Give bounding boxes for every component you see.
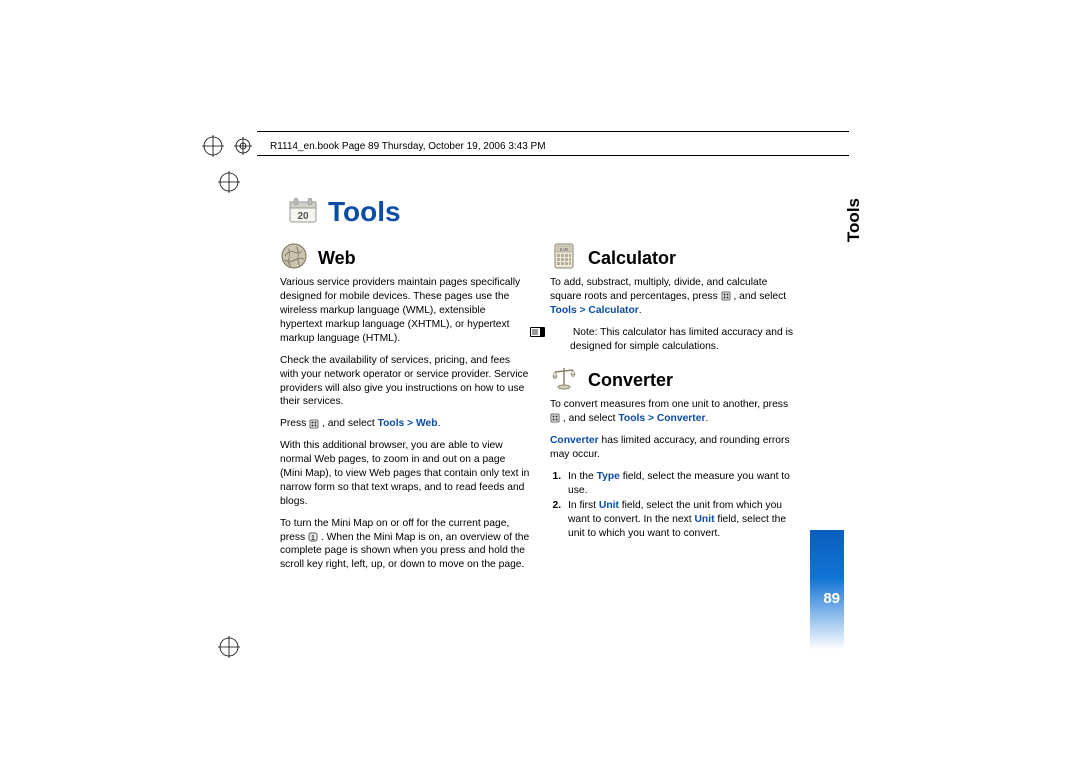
header-rule-top xyxy=(257,131,849,132)
book-header: R1114_en.book Page 89 Thursday, October … xyxy=(270,141,546,152)
converter-steps: In the Type field, select the measure yo… xyxy=(550,470,800,541)
step-2: In first Unit field, select the unit fro… xyxy=(564,499,800,541)
text: . xyxy=(438,418,441,429)
nav-path: Tools > Converter xyxy=(618,413,705,424)
crop-mark xyxy=(202,135,222,155)
step-1: In the Type field, select the measure yo… xyxy=(564,470,800,498)
web-heading: Web xyxy=(318,242,356,270)
calc-p1: To add, substract, multiply, divide, and… xyxy=(550,276,800,318)
calc-note: Note: This calculator has limited accura… xyxy=(550,326,800,354)
web-p2: Check the availability of services, pric… xyxy=(280,354,530,410)
web-p5: To turn the Mini Map on or off for the c… xyxy=(280,517,530,573)
field-name: Unit xyxy=(599,500,619,511)
globe-icon xyxy=(280,242,308,270)
page-title: Tools xyxy=(328,196,401,228)
text: In first xyxy=(568,500,599,511)
nav-path: Tools > Calculator xyxy=(550,305,639,316)
text: Converter xyxy=(550,435,599,446)
conv-p1: To convert measures from one unit to ano… xyxy=(550,398,800,426)
text: . When the Mini Map is on, an overview o… xyxy=(280,532,529,571)
calendar-tools-icon: 20 xyxy=(288,196,318,226)
menu-key-icon xyxy=(550,413,560,423)
page-number: 89 xyxy=(823,590,840,607)
right-column: 8.90 Calculator To add, substract, multi… xyxy=(550,242,800,580)
crop-mark xyxy=(232,135,252,155)
web-p1: Various service providers maintain pages… xyxy=(280,276,530,345)
left-column: Web Various service providers maintain p… xyxy=(280,242,530,580)
text: Press xyxy=(280,418,309,429)
crop-mark xyxy=(218,171,238,191)
menu-key-icon xyxy=(721,291,731,301)
calculator-heading: Calculator xyxy=(588,242,676,270)
converter-heading: Converter xyxy=(588,364,673,392)
text: , and select xyxy=(563,413,619,424)
text: Note: This calculator has limited accura… xyxy=(570,327,793,352)
text: , and select xyxy=(322,418,378,429)
key-icon: 1 xyxy=(308,532,318,542)
menu-key-icon xyxy=(309,419,319,429)
crop-mark xyxy=(218,636,238,656)
scale-icon xyxy=(550,364,578,392)
field-name: Unit xyxy=(695,514,715,525)
svg-text:20: 20 xyxy=(297,211,309,222)
field-name: Type xyxy=(597,471,620,482)
calculator-icon: 8.90 xyxy=(550,242,578,270)
header-rule-bottom xyxy=(257,155,849,156)
svg-text:8.90: 8.90 xyxy=(560,247,569,252)
text: . xyxy=(705,413,708,424)
svg-text:1: 1 xyxy=(311,535,315,542)
web-p3: Press , and select Tools > Web. xyxy=(280,417,530,431)
conv-p2: Converter has limited accuracy, and roun… xyxy=(550,434,800,462)
web-p4: With this additional browser, you are ab… xyxy=(280,439,530,508)
note-icon xyxy=(550,326,566,338)
nav-path: Tools > Web xyxy=(378,418,438,429)
text: , and select xyxy=(733,291,786,302)
section-tab: Tools xyxy=(844,198,864,242)
text: In the xyxy=(568,471,597,482)
text: . xyxy=(639,305,642,316)
text: To convert measures from one unit to ano… xyxy=(550,399,788,410)
